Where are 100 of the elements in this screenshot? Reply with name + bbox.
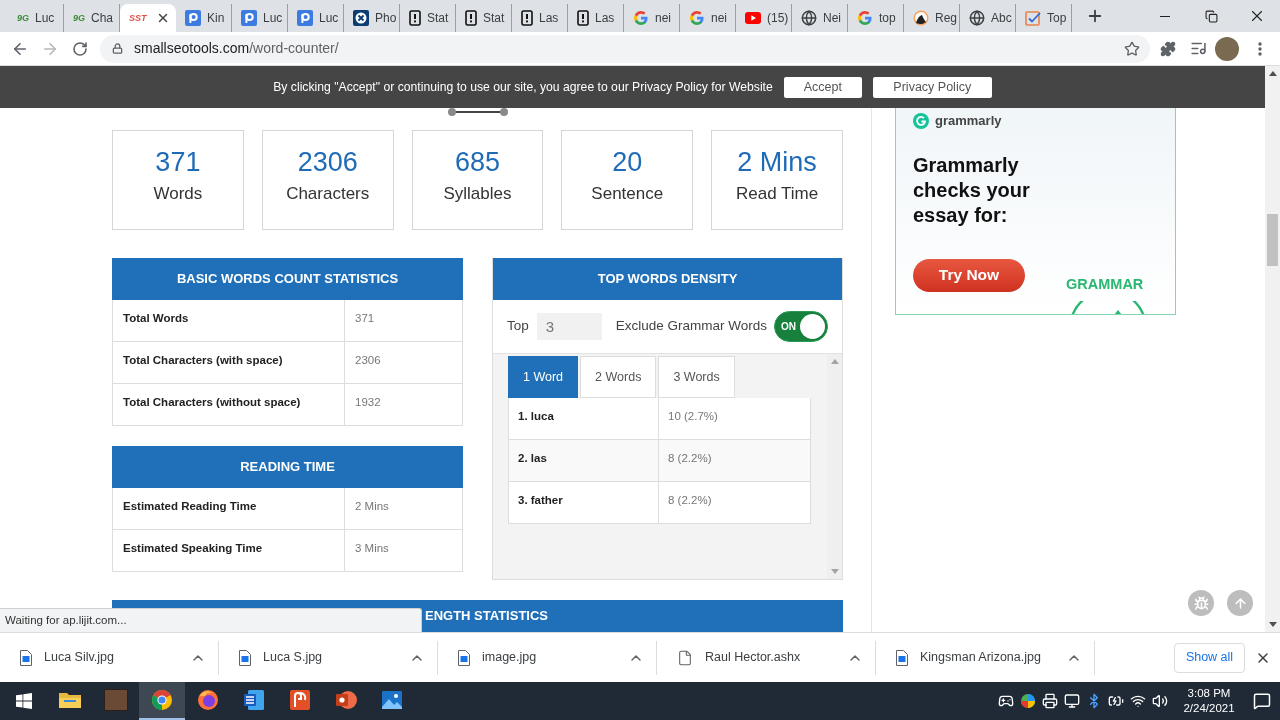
- download-name: Kingsman Arizona.jpg: [920, 649, 1041, 667]
- lock-icon: [112, 43, 123, 54]
- ad-headline: Grammarly checks your essay for:: [913, 152, 1031, 228]
- word-count-tab[interactable]: 2 Words: [580, 356, 657, 398]
- image-file-icon: [458, 649, 470, 666]
- windows-logo-icon: [15, 693, 32, 709]
- bookmark-star-icon[interactable]: [1124, 40, 1140, 57]
- puzzle-icon: [1160, 40, 1176, 57]
- tab-favicon: 9G: [73, 13, 85, 23]
- download-item[interactable]: Raul Hector.ashx: [657, 633, 875, 682]
- table-cell: 1932: [345, 384, 463, 426]
- new-tab-icon[interactable]: [1086, 7, 1104, 25]
- cookie-button[interactable]: Privacy Policy: [872, 76, 992, 98]
- notification-icon: [1253, 692, 1271, 710]
- square-logo-icon: [185, 10, 201, 26]
- x-logo-icon: [353, 10, 369, 26]
- table-cell: 3 Mins: [345, 530, 463, 572]
- phone-icon: [409, 10, 421, 26]
- firefox-icon[interactable]: [196, 688, 220, 712]
- image-file-icon: [896, 649, 908, 666]
- monitor-icon[interactable]: [1064, 693, 1080, 709]
- stat-value: 685: [454, 146, 500, 178]
- table-cell: Estimated Speaking Time: [112, 530, 345, 572]
- document-app-icon[interactable]: [288, 688, 312, 712]
- chrome-icon[interactable]: [150, 688, 174, 712]
- printer-icon[interactable]: [1042, 693, 1058, 709]
- download-item[interactable]: Luca S.jpg: [219, 633, 437, 682]
- battery-icon[interactable]: [1108, 693, 1124, 709]
- close-icon[interactable]: [156, 11, 170, 25]
- ad-brand: grammarly: [935, 112, 1002, 130]
- tab-favicon: 9G: [17, 13, 29, 23]
- photos-icon[interactable]: [380, 688, 404, 712]
- stat-value: 371: [155, 146, 201, 178]
- globe-icon: [969, 10, 985, 26]
- folder-icon[interactable]: [58, 690, 82, 710]
- top-label: Top: [507, 317, 529, 336]
- globe-icon: [801, 10, 817, 26]
- checkbox-icon: [1025, 10, 1041, 26]
- ad-tag: GRAMMAR: [1066, 273, 1144, 296]
- scroll-thumb[interactable]: [1267, 214, 1278, 266]
- color-wheel-icon[interactable]: [1020, 693, 1036, 709]
- reload-icon: [72, 40, 88, 57]
- download-name: image.jpg: [482, 649, 537, 667]
- try-now-button[interactable]: Try Now: [913, 258, 1025, 292]
- g-logo-icon: [857, 10, 873, 26]
- square-logo-icon: [241, 10, 257, 26]
- g-logo-icon: [633, 10, 649, 26]
- table-header: BASIC WORDS COUNT STATISTICS: [112, 258, 463, 300]
- top-count-field[interactable]: 3: [536, 313, 602, 340]
- page-scrollbar[interactable]: [1265, 66, 1280, 632]
- avatar-icon: [913, 10, 929, 26]
- exclude-toggle[interactable]: ON: [774, 311, 828, 342]
- scroll-up-icon[interactable]: [1268, 71, 1277, 76]
- phone-icon: [521, 10, 533, 26]
- phone-icon: [465, 10, 477, 26]
- cookie-button[interactable]: Accept: [783, 76, 862, 98]
- table-cell: 2306: [345, 342, 463, 384]
- g-logo-icon: [913, 112, 929, 129]
- g-logo-icon: [689, 10, 705, 26]
- tab-favicon: SST: [129, 13, 147, 23]
- table-cell: 2 Mins: [345, 488, 463, 530]
- word-icon[interactable]: [242, 688, 266, 712]
- stat-value: 2306: [297, 146, 358, 178]
- stat-label: Sentence: [591, 183, 664, 205]
- image-file-icon: [20, 649, 32, 666]
- word-count-tab[interactable]: 1 Word: [508, 356, 579, 398]
- bug-icon: [1193, 595, 1209, 611]
- gamepad-icon[interactable]: [998, 693, 1014, 709]
- table-cell: 371: [345, 300, 463, 342]
- stat-value: 2 Mins: [737, 146, 817, 178]
- play-button-icon: [745, 12, 761, 24]
- address-field[interactable]: smallseotools.com/word-counter/: [100, 34, 1150, 63]
- download-name: Luca S.jpg: [263, 649, 323, 667]
- profile-avatar[interactable]: [1215, 36, 1239, 61]
- wifi-icon[interactable]: [1130, 693, 1146, 709]
- stat-label: Words: [153, 183, 203, 205]
- exclude-label: Exclude Grammar Words: [615, 317, 768, 336]
- stat-label: Syllables: [443, 183, 512, 205]
- stat-label: Read Time: [736, 183, 819, 205]
- menu-icon: [1258, 41, 1262, 56]
- playlist-icon: [1189, 40, 1207, 57]
- table-cell: 3. father: [508, 482, 659, 524]
- browser-tab[interactable]: SST: [120, 4, 176, 32]
- cookie-message: By clicking "Accept" or continuing to use our site, you agree to our Privacy Policy for Website: [273, 78, 773, 96]
- download-name: Luca Silv.jpg: [44, 649, 114, 667]
- minimize-icon: [1160, 15, 1170, 17]
- table-header: READING TIME: [112, 446, 463, 488]
- clock[interactable]: 3:08 PM 2/24/2021: [1180, 686, 1238, 716]
- phone-icon: [577, 10, 589, 26]
- table-cell: Estimated Reading Time: [112, 488, 345, 530]
- download-item[interactable]: image.jpg: [438, 633, 656, 682]
- word-count-tab[interactable]: 3 Words: [658, 356, 735, 398]
- volume-icon[interactable]: [1152, 693, 1168, 709]
- show-all-button[interactable]: Show all: [1174, 642, 1245, 673]
- download-item[interactable]: Luca Silv.jpg: [0, 633, 218, 682]
- square-logo-icon: [297, 10, 313, 26]
- scroll-down-icon[interactable]: [1268, 622, 1277, 627]
- download-item[interactable]: Kingsman Arizona.jpg: [876, 633, 1094, 682]
- table-cell: 8 (2.2%): [659, 482, 811, 524]
- powerpoint-icon[interactable]: [334, 688, 358, 712]
